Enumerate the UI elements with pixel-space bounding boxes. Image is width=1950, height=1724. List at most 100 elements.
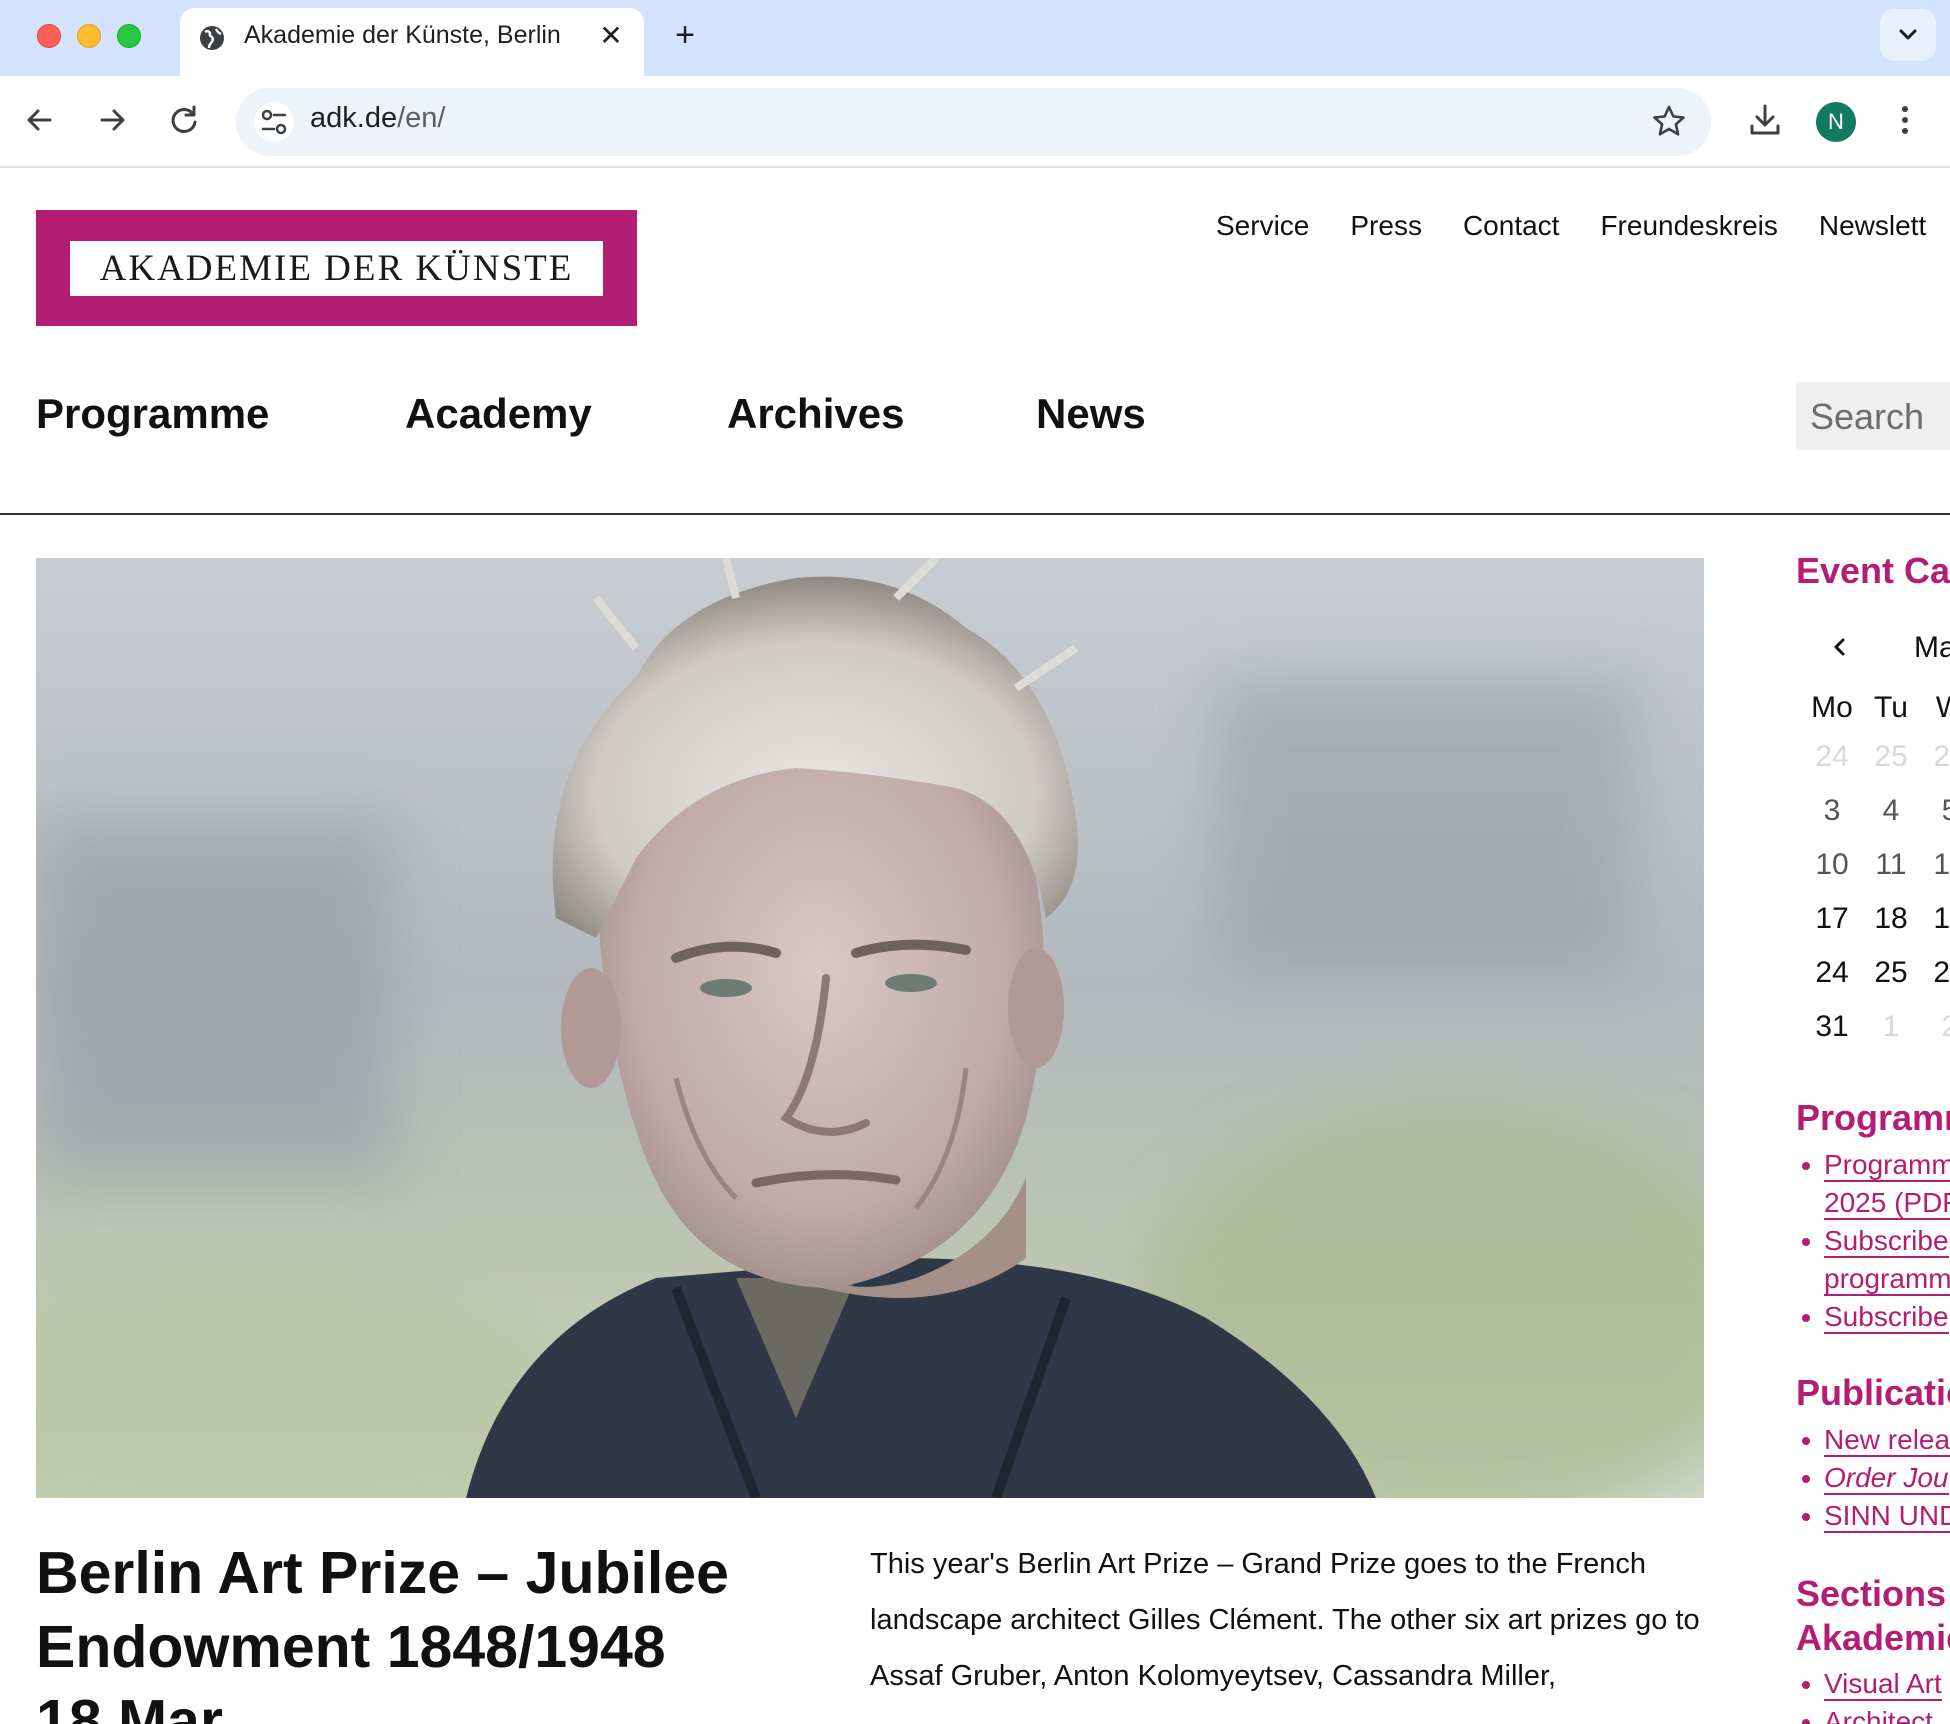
weekday-label: W [1935, 691, 1950, 724]
article-date: 18 Mar [36, 1688, 223, 1724]
main-nav-academy[interactable]: Academy [405, 390, 592, 438]
site-settings-icon[interactable] [254, 102, 294, 142]
programme-link[interactable]: Subscribe [1824, 1301, 1949, 1334]
globe-icon [200, 26, 224, 50]
programme-link[interactable]: Programm [1824, 1149, 1950, 1182]
profile-avatar[interactable]: N [1816, 102, 1856, 142]
service-link-press[interactable]: Press [1350, 210, 1422, 242]
forward-arrow-icon[interactable] [92, 100, 132, 140]
site-logo[interactable]: AKADEMIE DER KÜNSTE [36, 210, 637, 326]
service-link-contact[interactable]: Contact [1463, 210, 1560, 242]
download-icon[interactable] [1745, 100, 1785, 140]
calendar-day[interactable]: 1 [1865, 1010, 1917, 1044]
window-zoom-button[interactable] [117, 24, 141, 48]
window-minimize-button[interactable] [77, 24, 101, 48]
service-link-service[interactable]: Service [1216, 210, 1309, 242]
list-item[interactable]: New relea [1796, 1421, 1950, 1459]
programme-link[interactable]: programm [1824, 1263, 1950, 1296]
close-icon[interactable]: ✕ [596, 21, 626, 51]
bullet [1802, 1475, 1810, 1483]
calendar-day[interactable]: 12 [1924, 848, 1950, 882]
list-item[interactable]: 2025 (PDF [1796, 1184, 1950, 1222]
bullet [1802, 1513, 1810, 1521]
calendar-day[interactable]: 24 [1806, 956, 1858, 990]
calendar-day[interactable]: 26 [1924, 956, 1950, 990]
bullet [1802, 1238, 1810, 1246]
web-page: AKADEMIE DER KÜNSTE Service Press Contact F… [0, 168, 1950, 1724]
calendar-day[interactable]: 2 [1924, 1010, 1950, 1044]
section-link[interactable]: Architect [1824, 1706, 1933, 1724]
article-title-line: Endowment 1848/1948 [36, 1614, 666, 1680]
calendar-day[interactable]: 11 [1865, 848, 1917, 882]
calendar-heading: Event Cal [1796, 550, 1950, 591]
plus-icon[interactable]: + [668, 18, 702, 52]
list-item[interactable]: Programm [1796, 1146, 1950, 1184]
list-item[interactable]: Order Jou [1796, 1459, 1950, 1497]
service-nav: Service Press Contact Freundeskreis Newslett [1216, 210, 1950, 242]
publication-link[interactable]: Order Jou [1824, 1462, 1949, 1495]
section-link[interactable]: Visual Art [1824, 1668, 1942, 1701]
publication-link[interactable]: New relea [1824, 1424, 1950, 1457]
main-nav-news[interactable]: News [1036, 390, 1146, 438]
sections-links: Visual Art Architect [1796, 1665, 1950, 1724]
calendar-day[interactable]: 31 [1806, 1010, 1858, 1044]
service-link-freundeskreis[interactable]: Freundeskreis [1600, 210, 1777, 242]
main-nav-archives[interactable]: Archives [727, 390, 904, 438]
calendar-day[interactable]: 4 [1865, 794, 1917, 828]
list-item[interactable]: Visual Art [1796, 1665, 1950, 1703]
bookmark-star-icon[interactable] [1649, 102, 1689, 142]
calendar-day[interactable]: 10 [1806, 848, 1858, 882]
article-lede: This year's Berlin Art Prize – Grand Pri… [870, 1548, 1700, 1692]
article-title-line: Berlin Art Prize – Jubilee [36, 1540, 729, 1606]
browser-toolbar: adk.de/en/ N [0, 76, 1950, 168]
list-item[interactable]: programm [1796, 1260, 1950, 1298]
bullet [1802, 1314, 1810, 1322]
bullet [1802, 1681, 1810, 1689]
tab-search-button[interactable] [1880, 9, 1936, 61]
programme-link[interactable]: Subscribe [1824, 1225, 1949, 1258]
article-title[interactable]: Berlin Art Prize – Jubilee Endowment 184… [36, 1536, 836, 1724]
search-input[interactable]: Search [1796, 382, 1950, 450]
weekday-label: Mo [1811, 691, 1853, 724]
sections-heading: Akademie [1796, 1617, 1950, 1658]
list-item[interactable]: Subscribe [1796, 1298, 1950, 1336]
nav-divider [0, 513, 1950, 515]
hero-image[interactable] [36, 558, 1704, 1498]
address-bar[interactable]: adk.de/en/ [236, 88, 1711, 156]
back-arrow-icon[interactable] [20, 100, 60, 140]
calendar-day[interactable]: 26 [1924, 740, 1950, 774]
programme-heading: Programm [1796, 1097, 1950, 1138]
list-item[interactable]: Architect [1796, 1703, 1950, 1724]
active-tab[interactable]: Akademie der Künste, Berlin ✕ [180, 8, 644, 76]
publication-link[interactable]: SINN UND [1824, 1500, 1950, 1533]
list-item[interactable]: SINN UND [1796, 1497, 1950, 1535]
window-close-button[interactable] [37, 24, 61, 48]
portrait-photo [36, 558, 1704, 1498]
calendar-day[interactable]: 24 [1806, 740, 1858, 774]
bullet [1802, 1719, 1810, 1724]
kebab-menu-icon[interactable] [1895, 100, 1915, 140]
calendar-day[interactable]: 17 [1806, 902, 1858, 936]
calendar-day[interactable]: 25 [1865, 740, 1917, 774]
chevron-down-icon [1899, 29, 1917, 40]
calendar-day[interactable]: 19 [1924, 902, 1950, 936]
search-placeholder: Search [1810, 396, 1925, 437]
calendar-day[interactable]: 3 [1806, 794, 1858, 828]
url-text[interactable]: adk.de/en/ [310, 102, 445, 135]
bullet [1802, 1162, 1810, 1170]
calendar-day[interactable]: 5 [1924, 794, 1950, 828]
calendar-day[interactable]: 18 [1865, 902, 1917, 936]
reload-icon[interactable] [164, 100, 204, 140]
main-nav-programme[interactable]: Programme [36, 390, 269, 438]
publications-heading: Publicatio [1796, 1372, 1950, 1413]
programme-link[interactable]: 2025 (PDF [1824, 1187, 1950, 1220]
list-item[interactable]: Subscribe [1796, 1222, 1950, 1260]
browser-tab-strip: Akademie der Künste, Berlin ✕ + [0, 0, 1950, 76]
logo-text: AKADEMIE DER KÜNSTE [70, 241, 603, 296]
chevron-left-icon[interactable] [1826, 633, 1854, 661]
tab-title: Akademie der Künste, Berlin [244, 21, 561, 49]
url-path: /en/ [397, 102, 446, 134]
calendar-day[interactable]: 25 [1865, 956, 1917, 990]
service-link-newsletter[interactable]: Newslett [1819, 210, 1926, 242]
calendar-month: Ma [1914, 631, 1950, 664]
